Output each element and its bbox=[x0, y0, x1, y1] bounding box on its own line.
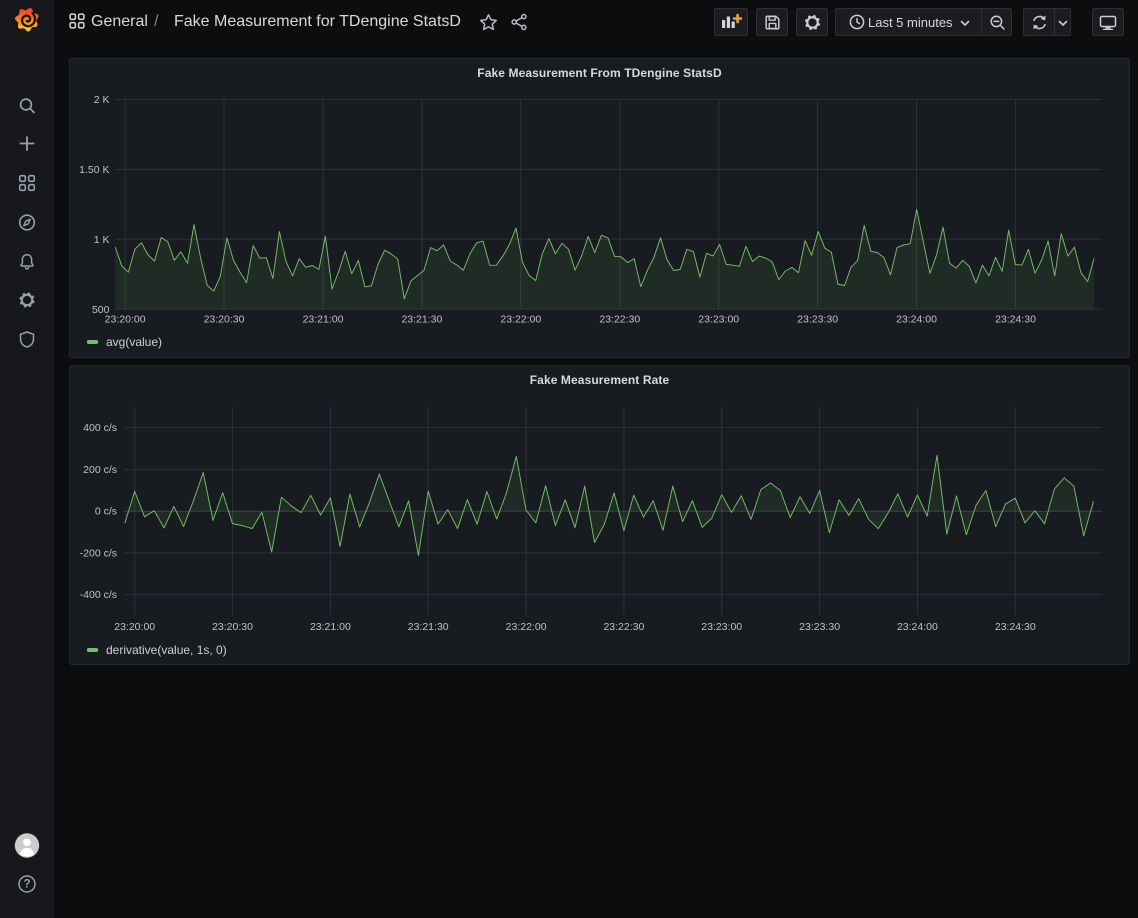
svg-text:23:20:00: 23:20:00 bbox=[114, 621, 155, 633]
svg-text:23:24:00: 23:24:00 bbox=[896, 314, 937, 326]
svg-text:-400 c/s: -400 c/s bbox=[80, 589, 117, 601]
svg-text:23:24:30: 23:24:30 bbox=[995, 621, 1036, 633]
svg-text:23:20:30: 23:20:30 bbox=[212, 621, 253, 633]
svg-text:200 c/s: 200 c/s bbox=[83, 464, 117, 476]
svg-text:23:23:00: 23:23:00 bbox=[698, 314, 739, 326]
svg-text:0 c/s: 0 c/s bbox=[95, 506, 117, 518]
svg-text:23:22:30: 23:22:30 bbox=[599, 314, 640, 326]
svg-text:400 c/s: 400 c/s bbox=[83, 422, 117, 434]
svg-text:23:21:00: 23:21:00 bbox=[303, 314, 344, 326]
svg-text:?: ? bbox=[23, 879, 30, 891]
svg-text:23:24:30: 23:24:30 bbox=[995, 314, 1036, 326]
svg-text:23:22:00: 23:22:00 bbox=[500, 314, 541, 326]
svg-text:23:20:30: 23:20:30 bbox=[204, 314, 245, 326]
svg-text:23:22:30: 23:22:30 bbox=[603, 621, 644, 633]
svg-text:23:21:30: 23:21:30 bbox=[408, 621, 449, 633]
svg-text:23:21:00: 23:21:00 bbox=[310, 621, 351, 633]
svg-text:2 K: 2 K bbox=[94, 94, 110, 106]
svg-text:23:22:00: 23:22:00 bbox=[506, 621, 547, 633]
svg-text:1 K: 1 K bbox=[94, 234, 110, 246]
svg-text:23:24:00: 23:24:00 bbox=[897, 621, 938, 633]
svg-text:23:20:00: 23:20:00 bbox=[105, 314, 146, 326]
svg-text:23:23:00: 23:23:00 bbox=[701, 621, 742, 633]
svg-text:23:23:30: 23:23:30 bbox=[799, 621, 840, 633]
svg-text:23:21:30: 23:21:30 bbox=[401, 314, 442, 326]
svg-text:23:23:30: 23:23:30 bbox=[797, 314, 838, 326]
svg-text:-200 c/s: -200 c/s bbox=[80, 548, 117, 560]
svg-text:1.50 K: 1.50 K bbox=[79, 164, 109, 176]
